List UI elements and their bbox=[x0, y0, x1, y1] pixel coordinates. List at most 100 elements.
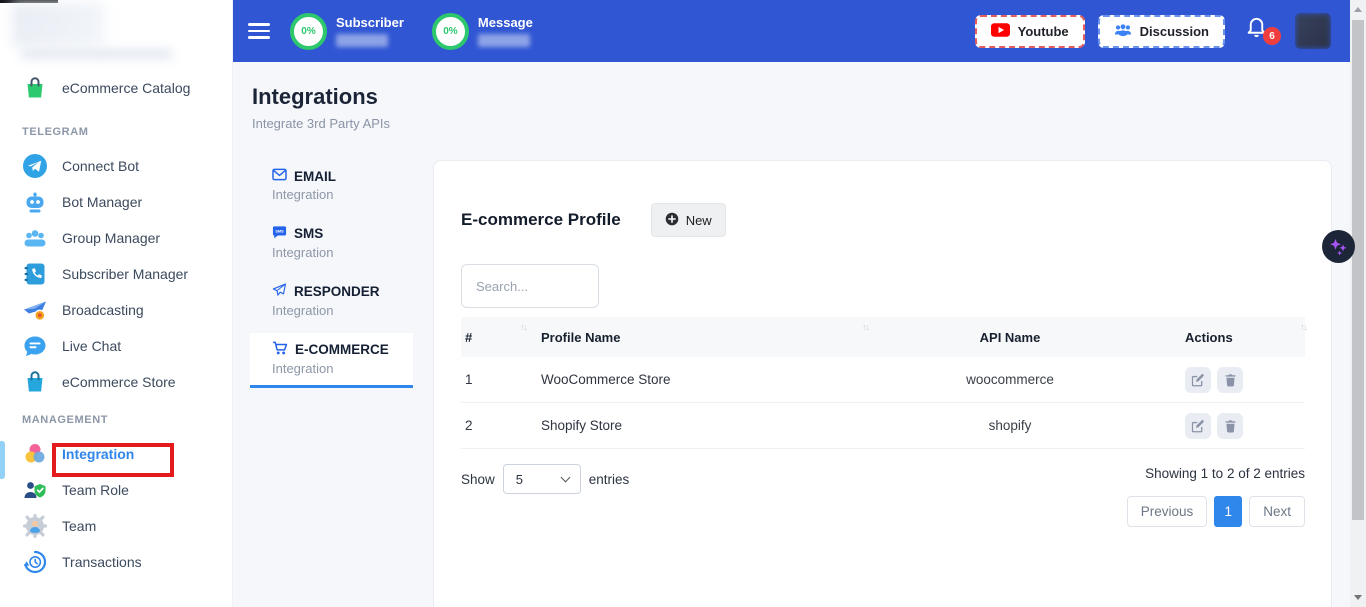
discussion-button[interactable]: Discussion bbox=[1098, 15, 1225, 48]
profile-name: WooCommerce Store bbox=[533, 372, 873, 387]
app-logo-blurred bbox=[12, 3, 105, 47]
sidebar-item-broadcasting[interactable]: Broadcasting bbox=[0, 292, 232, 328]
broadcast-plane-icon bbox=[22, 297, 48, 323]
subnav-subtitle-text: Integration bbox=[272, 245, 413, 260]
email-icon bbox=[272, 168, 287, 184]
subnav-responder-integration[interactable]: RESPONDER Integration bbox=[250, 275, 413, 327]
edit-button[interactable] bbox=[1185, 367, 1211, 393]
table-row: 2 Shopify Store shopify bbox=[461, 403, 1305, 449]
show-label: Show bbox=[461, 472, 495, 487]
discussion-button-label: Discussion bbox=[1140, 24, 1209, 39]
message-stat-value-blurred bbox=[478, 34, 530, 47]
sidebar-item-label: Bot Manager bbox=[62, 194, 142, 210]
integration-circles-icon bbox=[22, 441, 48, 467]
page-size-select[interactable]: 5 bbox=[503, 464, 581, 494]
sort-icon[interactable]: ↑↓ bbox=[520, 322, 527, 332]
next-page-button[interactable]: Next bbox=[1249, 496, 1305, 527]
delete-button[interactable] bbox=[1217, 413, 1243, 439]
robot-icon bbox=[22, 189, 48, 215]
main-content: Integrations Integrate 3rd Party APIs EM… bbox=[233, 62, 1350, 607]
sort-icon[interactable]: ↑↓ bbox=[862, 322, 869, 332]
previous-page-button[interactable]: Previous bbox=[1127, 496, 1208, 527]
logo-subtitle-blurred bbox=[22, 49, 172, 59]
row-number: 2 bbox=[461, 418, 533, 433]
notifications-button[interactable]: 6 bbox=[1245, 14, 1275, 48]
plus-circle-icon bbox=[665, 212, 679, 229]
sidebar-item-subscriber-manager[interactable]: Subscriber Manager bbox=[0, 256, 232, 292]
column-header-profile-name: Profile Name bbox=[541, 330, 620, 345]
role-shield-icon bbox=[22, 477, 48, 503]
notification-count-badge: 6 bbox=[1263, 27, 1281, 45]
subnav-title-text: EMAIL bbox=[294, 169, 336, 184]
search-input[interactable] bbox=[461, 264, 599, 308]
responder-plane-icon bbox=[272, 283, 287, 300]
scroll-up-arrow-icon[interactable] bbox=[1354, 7, 1362, 12]
sidebar-item-label: eCommerce Catalog bbox=[62, 80, 190, 96]
telegram-plane-icon bbox=[22, 153, 48, 179]
subnav-title-text: RESPONDER bbox=[294, 284, 380, 299]
team-gear-icon bbox=[22, 513, 48, 539]
sidebar-item-ecommerce-store[interactable]: eCommerce Store bbox=[0, 364, 232, 400]
sidebar-item-label: Live Chat bbox=[62, 338, 121, 354]
edit-pencil-icon bbox=[1191, 419, 1205, 433]
ai-assistant-fab[interactable] bbox=[1322, 230, 1355, 263]
sidebar-item-transactions[interactable]: Transactions bbox=[0, 544, 232, 580]
chat-bubble-icon bbox=[22, 333, 48, 359]
topbar: 0% Subscriber 0% Message Youtube bbox=[233, 0, 1350, 62]
sidebar-item-ecommerce-catalog[interactable]: eCommerce Catalog bbox=[0, 70, 232, 106]
transactions-clock-icon bbox=[22, 549, 48, 575]
sms-icon: SMS bbox=[272, 225, 287, 242]
current-page-button[interactable]: 1 bbox=[1214, 496, 1242, 527]
contact-book-icon bbox=[22, 261, 48, 287]
vertical-scrollbar[interactable] bbox=[1350, 0, 1366, 607]
shopping-bag-green-icon bbox=[22, 75, 48, 101]
row-number: 1 bbox=[461, 372, 533, 387]
subscriber-progress-ring: 0% bbox=[290, 13, 327, 50]
active-item-indicator bbox=[0, 441, 5, 479]
youtube-button[interactable]: Youtube bbox=[975, 15, 1085, 48]
sidebar-item-label: Group Manager bbox=[62, 230, 160, 246]
new-button-label: New bbox=[686, 213, 712, 228]
sidebar-item-bot-manager[interactable]: Bot Manager bbox=[0, 184, 232, 220]
delete-button[interactable] bbox=[1217, 367, 1243, 393]
scroll-down-arrow-icon[interactable] bbox=[1354, 595, 1362, 600]
sidebar-item-integration[interactable]: Integration bbox=[0, 436, 232, 472]
scrollbar-thumb[interactable] bbox=[1352, 20, 1364, 520]
sort-icon[interactable]: ↑↓ bbox=[1300, 322, 1307, 332]
sidebar-item-connect-bot[interactable]: Connect Bot bbox=[0, 148, 232, 184]
sidebar-item-label: Team Role bbox=[62, 482, 129, 498]
api-name: woocommerce bbox=[873, 372, 1147, 387]
sidebar-item-label: Integration bbox=[62, 446, 134, 462]
sidebar-item-team-role[interactable]: Team Role bbox=[0, 472, 232, 508]
section-label-management: MANAGEMENT bbox=[0, 400, 232, 436]
cart-icon bbox=[272, 341, 288, 358]
subscriber-stat-label: Subscriber bbox=[336, 15, 404, 30]
hamburger-menu-icon[interactable] bbox=[248, 19, 270, 43]
svg-text:SMS: SMS bbox=[275, 230, 284, 234]
sidebar-item-group-manager[interactable]: Group Manager bbox=[0, 220, 232, 256]
sidebar-item-team[interactable]: Team bbox=[0, 508, 232, 544]
subnav-ecommerce-integration[interactable]: E-COMMERCE Integration bbox=[250, 333, 413, 388]
logo-area[interactable] bbox=[0, 0, 232, 62]
table-header-row: # ↑↓ Profile Name ↑↓ API Name Actions ↑↓ bbox=[461, 317, 1305, 357]
showing-entries-text: Showing 1 to 2 of 2 entries bbox=[1145, 466, 1305, 481]
group-people-icon bbox=[22, 225, 48, 251]
subnav-email-integration[interactable]: EMAIL Integration bbox=[250, 160, 413, 211]
user-avatar[interactable] bbox=[1295, 13, 1331, 49]
edit-button[interactable] bbox=[1185, 413, 1211, 439]
trash-icon bbox=[1224, 373, 1237, 387]
people-icon bbox=[1114, 23, 1132, 40]
subnav-sms-integration[interactable]: SMS SMS Integration bbox=[250, 217, 413, 269]
sidebar: eCommerce Catalog TELEGRAM Connect Bot B… bbox=[0, 0, 233, 607]
sidebar-item-label: Transactions bbox=[62, 554, 142, 570]
section-label-telegram: TELEGRAM bbox=[0, 112, 232, 148]
integration-subnav: EMAIL Integration SMS SMS Integration bbox=[250, 160, 413, 388]
new-profile-button[interactable]: New bbox=[651, 203, 726, 237]
trash-icon bbox=[1224, 419, 1237, 433]
sidebar-item-live-chat[interactable]: Live Chat bbox=[0, 328, 232, 364]
column-header-num: # bbox=[465, 330, 472, 345]
chevron-down-icon bbox=[560, 472, 570, 482]
youtube-button-label: Youtube bbox=[1018, 24, 1069, 39]
entries-label: entries bbox=[589, 472, 630, 487]
subnav-subtitle-text: Integration bbox=[272, 303, 413, 318]
